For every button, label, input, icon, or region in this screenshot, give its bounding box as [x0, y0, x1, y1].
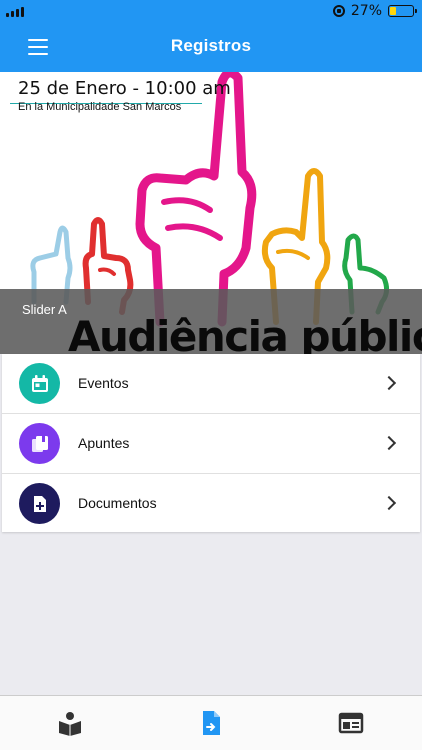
- document-arrow-icon[interactable]: [198, 710, 224, 736]
- page-title: Registros: [170, 36, 252, 55]
- banner-title: Audiência pública: [68, 312, 422, 354]
- menu-list: Eventos Apuntes Documentos: [2, 354, 420, 532]
- menu-item-apuntes[interactable]: Apuntes: [2, 414, 420, 474]
- menu-item-eventos[interactable]: Eventos: [2, 354, 420, 414]
- status-bar: 27%: [0, 0, 422, 24]
- battery-icon: [388, 5, 417, 17]
- chevron-right-icon: [381, 375, 397, 391]
- event-date: 25 de Enero - 10:00 am: [18, 78, 231, 99]
- status-right: 27%: [332, 3, 417, 19]
- event-location: En la Municipalidade San Marcos: [18, 101, 182, 113]
- signal-icon: [6, 7, 24, 17]
- battery-fill: [390, 7, 396, 15]
- calendar-icon: [19, 363, 60, 404]
- notes-icon: [19, 423, 60, 464]
- book-reader-icon[interactable]: [57, 710, 83, 736]
- menu-item-documentos[interactable]: Documentos: [2, 474, 420, 532]
- bottom-tab-bar: [0, 695, 422, 750]
- app-bar: Registros: [0, 24, 422, 72]
- newspaper-icon[interactable]: [338, 710, 364, 736]
- document-add-icon: [19, 483, 60, 524]
- menu-item-label: Documentos: [78, 495, 157, 511]
- battery-percent: 27%: [350, 3, 382, 19]
- chevron-right-icon: [381, 435, 397, 451]
- battery-tip: [415, 9, 417, 13]
- menu-item-label: Eventos: [78, 375, 129, 391]
- orientation-lock-icon: [332, 5, 345, 17]
- menu-item-label: Apuntes: [78, 435, 130, 451]
- slider-caption: Slider A: [22, 302, 67, 317]
- chevron-right-icon: [381, 495, 397, 511]
- event-slider[interactable]: 25 de Enero - 10:00 am En la Municipalid…: [0, 72, 422, 354]
